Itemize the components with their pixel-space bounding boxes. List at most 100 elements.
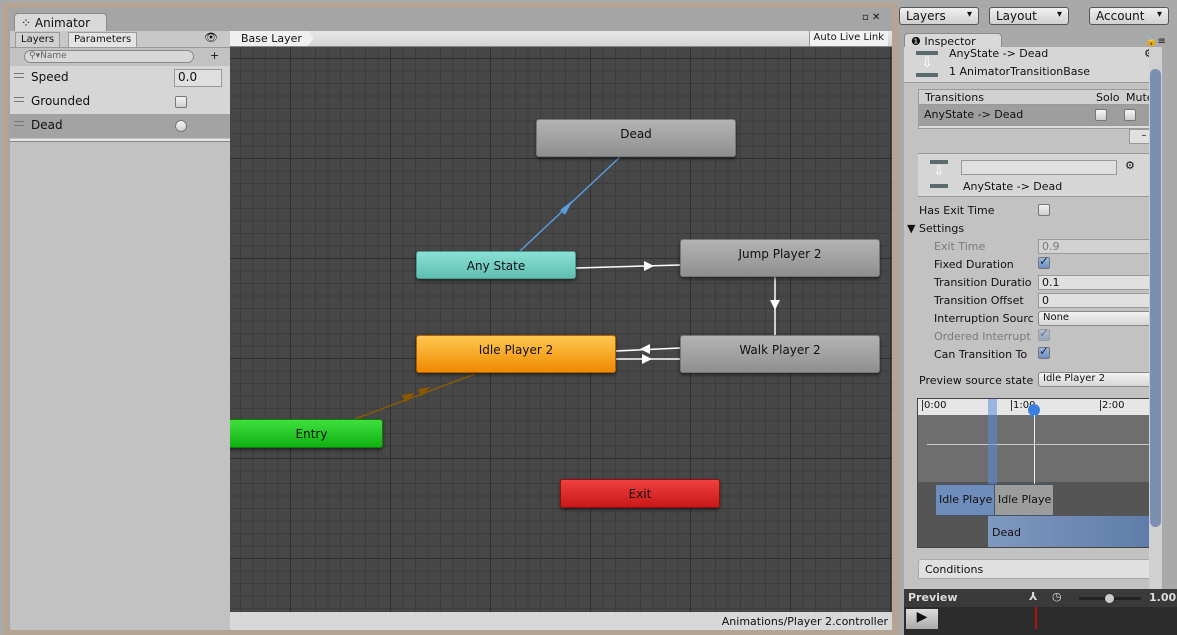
transition-icon: ⇩ [930, 160, 948, 188]
list-footer [918, 125, 1159, 129]
inspector-panel: ⇩ AnyState -> Dead 1 AnimatorTransitionB… [904, 47, 1162, 589]
layers-dropdown[interactable]: Layers [899, 7, 979, 25]
conditions-header: Conditions [918, 559, 1159, 579]
transition-name-input[interactable] [961, 160, 1117, 175]
timeline-curve-area [918, 415, 1159, 482]
can-transition-to-self-checkbox[interactable] [1038, 344, 1050, 359]
clip-source-repeat[interactable]: Idle Playe [994, 484, 1054, 516]
state-idle-player-2[interactable]: Idle Player 2 [416, 335, 616, 373]
exit-time-input[interactable]: 0.9 [1038, 239, 1160, 254]
transition-list-row[interactable]: AnyState -> Dead [918, 105, 1159, 125]
account-dropdown[interactable]: Account [1089, 7, 1169, 25]
speed-clock-icon[interactable]: ◷ [1052, 590, 1062, 603]
has-exit-time-label: Has Exit Time [919, 204, 995, 217]
interruption-source-select[interactable]: None [1038, 311, 1160, 326]
transition-name: AnyState -> Dead [963, 180, 1063, 193]
window-menu-icon[interactable]: ▫ ✕ [862, 12, 880, 23]
ordered-interruption-checkbox [1038, 326, 1050, 341]
transition-offset-input[interactable]: 0 [1038, 293, 1160, 308]
solo-label: Solo [1096, 91, 1120, 104]
arrow-head-icon [644, 261, 654, 271]
fixed-duration-checkbox[interactable] [1038, 254, 1050, 269]
state-exit[interactable]: Exit [560, 479, 720, 508]
transition-row-label: AnyState -> Dead [924, 108, 1024, 121]
preview-playhead [1035, 607, 1037, 629]
tick-label: 2:00 [1100, 400, 1125, 411]
drag-handle-icon[interactable] [14, 97, 24, 102]
tab-layers[interactable]: Layers [15, 32, 61, 48]
transitions-header: Transitions Solo Mute [918, 89, 1159, 105]
inspector-scrollbar[interactable] [1149, 47, 1162, 589]
parameter-row-dead[interactable]: Dead [10, 114, 230, 138]
inspector-title: AnyState -> Dead [949, 47, 1049, 60]
drag-handle-icon[interactable] [14, 73, 24, 78]
arrow-head-icon [560, 200, 573, 215]
exit-time-label: Exit Time [934, 240, 986, 253]
graph-toolbar: Base Layer Auto Live Link [230, 31, 892, 47]
preview-source-state-select[interactable]: Idle Player 2 [1038, 372, 1160, 387]
tab-parameters[interactable]: Parameters [68, 32, 138, 48]
state-entry[interactable]: Entry [230, 419, 383, 448]
preview-speed-slider[interactable] [1079, 594, 1141, 603]
solo-checkbox[interactable] [1095, 109, 1107, 121]
state-dead[interactable]: Dead [536, 119, 736, 157]
transitions-label: Transitions [925, 91, 984, 104]
pivot-icon[interactable]: ⅄ [1029, 590, 1037, 603]
parameter-search-input[interactable]: ⚲▾Name [24, 50, 194, 63]
controller-path: Animations/Player 2.controller [721, 615, 888, 628]
mute-checkbox[interactable] [1124, 109, 1136, 121]
can-transition-to-self-label: Can Transition To [934, 348, 1028, 361]
preview-timeline[interactable]: ▶ [904, 607, 1177, 635]
transition-entry-idle[interactable] [354, 373, 476, 420]
transition-icon: ⇩ [916, 51, 938, 77]
parameter-row-grounded[interactable]: Grounded [10, 90, 230, 114]
preview-label: Preview [908, 591, 958, 604]
arrow-head-icon [640, 344, 650, 354]
state-jump-player-2[interactable]: Jump Player 2 [680, 239, 880, 277]
tab-animator[interactable]: ⁘ Animator [14, 13, 107, 31]
state-machine-graph[interactable]: Dead Any State Jump Player 2 Idle Player… [230, 47, 892, 612]
status-bar: Animations/Player 2.controller [230, 612, 892, 630]
state-walk-player-2[interactable]: Walk Player 2 [680, 335, 880, 373]
inspector-subtitle: 1 AnimatorTransitionBase [949, 65, 1091, 78]
speed-value-input[interactable]: 0.0 [174, 69, 222, 87]
transition-anystate-jump[interactable] [575, 264, 681, 269]
dead-trigger-radio[interactable] [175, 120, 187, 132]
parameter-row-speed[interactable]: Speed 0.0 [10, 66, 230, 90]
preview-speed-value: 1.00 [1149, 591, 1177, 604]
gear-icon[interactable]: ⚙ [1125, 159, 1135, 172]
fixed-duration-label: Fixed Duration [934, 258, 1014, 271]
preview-bar: Preview ⅄ ◷ 1.00 [904, 589, 1177, 607]
play-button[interactable]: ▶ [906, 609, 938, 629]
clip-source[interactable]: Idle Playe [935, 484, 995, 516]
tick-label: 0:00 [922, 400, 947, 411]
breadcrumb[interactable]: Base Layer [230, 31, 314, 46]
inspector-header: ⇩ AnyState -> Dead 1 AnimatorTransitionB… [904, 47, 1162, 83]
animator-icon: ⁘ [21, 16, 32, 30]
clip-destination[interactable]: Dead [988, 516, 1159, 547]
drag-handle-icon[interactable] [14, 121, 24, 126]
layout-dropdown[interactable]: Layout [989, 7, 1069, 25]
add-parameter-icon[interactable]: + [210, 49, 219, 62]
preview-source-state-label: Preview source state [919, 374, 1034, 387]
left-tabs: Layers Parameters 👁 [10, 31, 230, 48]
lock-menu-icon[interactable]: 🔓≡ [1145, 36, 1166, 47]
parameters-panel: ⚲▾Name + Speed 0.0 Grounded Dead [10, 48, 230, 630]
interruption-source-label: Interruption Sourc [934, 312, 1034, 325]
state-any-state[interactable]: Any State [416, 251, 576, 279]
transition-duration-input[interactable]: 0.1 [1038, 275, 1160, 290]
arrow-head-icon [642, 354, 652, 364]
arrow-head-icon [770, 300, 780, 310]
has-exit-time-checkbox[interactable] [1038, 204, 1050, 216]
list-footer [10, 139, 230, 142]
transition-timeline[interactable]: 0:00 1:00 2:00 Idle Playe Idle Playe Dea… [917, 398, 1160, 548]
settings-foldout[interactable]: ▼ Settings [907, 222, 964, 235]
grounded-checkbox[interactable] [175, 96, 187, 108]
auto-live-link-button[interactable]: Auto Live Link [808, 31, 888, 46]
ordered-interruption-label: Ordered Interrupt [934, 330, 1031, 343]
settings-label: Settings [918, 222, 965, 235]
transition-duration-label: Transition Duratio [934, 276, 1032, 289]
transition-offset-label: Transition Offset [934, 294, 1024, 307]
eye-icon[interactable]: 👁 [204, 31, 218, 44]
transition-detail-header: ⇩ ⚙ AnyState -> Dead [918, 153, 1159, 197]
